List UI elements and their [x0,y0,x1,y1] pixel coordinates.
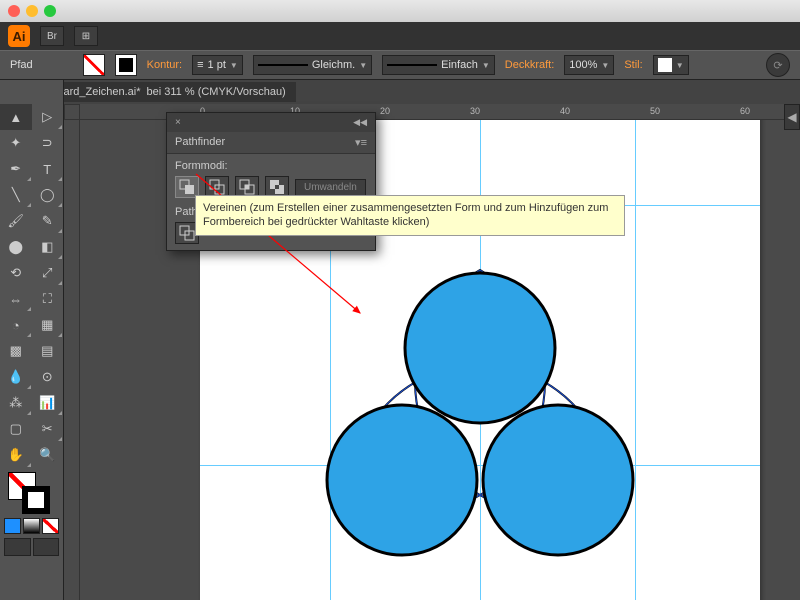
style-dropdown[interactable]: ▼ [653,55,689,75]
bridge-button[interactable]: Br [40,26,64,46]
lasso-tool[interactable]: ⊃ [32,130,64,156]
maximize-window-button[interactable] [44,5,56,17]
color-mode-solid[interactable] [4,518,21,534]
direct-selection-tool[interactable]: ▷ [32,104,64,130]
line-tool[interactable]: ╲ [0,182,32,208]
sync-icon[interactable]: ⟳ [766,53,790,77]
tools-panel: ▲▷ ✦⊃ ✒T ╲◯ 🖌✎ ⬤◧ ⟲⤢ ⇔⛶ ◔▦ ▩▤ 💧⊙ ⁂📊 ▢✂ ✋… [0,80,64,600]
ruler-origin[interactable] [64,104,80,120]
panel-collapse-icon[interactable]: ◀◀ [353,117,367,128]
panel-dock-toggle[interactable]: ◀ [784,104,800,130]
style-label: Stil: [624,59,642,71]
paintbrush-tool[interactable]: 🖌 [0,208,32,234]
screen-mode-full[interactable] [33,538,60,556]
app-menubar: Ai Br ⊞ [0,22,800,50]
arrange-docs-button[interactable]: ⊞ [74,26,98,46]
fill-swatch[interactable] [83,54,105,76]
close-window-button[interactable] [8,5,20,17]
annotation-arrow [190,168,370,323]
screen-mode-row [0,534,63,560]
panel-close-icon[interactable]: × [175,117,181,128]
stroke-color-icon[interactable] [22,486,50,514]
stroke-label: Kontur: [147,59,182,71]
magic-wand-tool[interactable]: ✦ [0,130,32,156]
color-mode-gradient[interactable] [23,518,40,534]
unite-tooltip: Vereinen (zum Erstellen einer zusammenge… [195,195,625,236]
minimize-window-button[interactable] [26,5,38,17]
opacity-label: Deckkraft: [505,59,555,71]
control-bar: Pfad Kontur: ≡1 pt▼ Gleichm.▼ Einfach▼ D… [0,50,800,80]
graph-tool[interactable]: 📊 [32,390,64,416]
brush-profile-dropdown[interactable]: Einfach▼ [382,55,495,75]
hand-tool[interactable]: ✋ [0,442,32,468]
gradient-tool[interactable]: ▤ [32,338,64,364]
eraser-tool[interactable]: ◧ [32,234,64,260]
rotate-tool[interactable]: ⟲ [0,260,32,286]
artboard-tool[interactable]: ▢ [0,416,32,442]
free-transform-tool[interactable]: ⛶ [32,286,64,312]
ruler-vertical[interactable] [64,120,80,600]
pen-tool[interactable]: ✒ [0,156,32,182]
selection-tool[interactable]: ▲ [0,104,32,130]
color-mode-row [0,518,63,534]
blob-brush-tool[interactable]: ⬤ [0,234,32,260]
color-mode-none[interactable] [42,518,59,534]
stroke-weight-dropdown[interactable]: ≡1 pt▼ [192,55,243,75]
screen-mode-normal[interactable] [4,538,31,556]
selection-type-label: Pfad [10,59,33,71]
app-logo-icon: Ai [8,25,30,47]
fill-stroke-control[interactable] [0,468,63,518]
zoom-tool[interactable]: 🔍 [32,442,64,468]
window-titlebar [0,0,800,22]
symbol-sprayer-tool[interactable]: ⁂ [0,390,32,416]
rectangle-tool[interactable]: ◯ [32,182,64,208]
perspective-tool[interactable]: ▦ [32,312,64,338]
width-tool[interactable]: ⇔ [0,286,32,312]
eyedropper-tool[interactable]: 💧 [0,364,32,390]
panel-menu-icon[interactable]: ▾≡ [355,136,367,149]
slice-tool[interactable]: ✂ [32,416,64,442]
blend-tool[interactable]: ⊙ [32,364,64,390]
shape-builder-tool[interactable]: ◔ [0,312,32,338]
tab-zoom: bei 311 % (CMYK/Vorschau) [147,86,286,98]
scale-tool[interactable]: ⤢ [32,260,64,286]
opacity-dropdown[interactable]: 100%▼ [564,55,614,75]
panel-title[interactable]: Pathfinder [175,136,225,149]
stroke-swatch[interactable] [115,54,137,76]
type-tool[interactable]: T [32,156,64,182]
document-tabbar: × Biohazard_Zeichen.ai* bei 311 % (CMYK/… [0,80,800,104]
variable-width-dropdown[interactable]: Gleichm.▼ [253,55,372,75]
mesh-tool[interactable]: ▩ [0,338,32,364]
pencil-tool[interactable]: ✎ [32,208,64,234]
